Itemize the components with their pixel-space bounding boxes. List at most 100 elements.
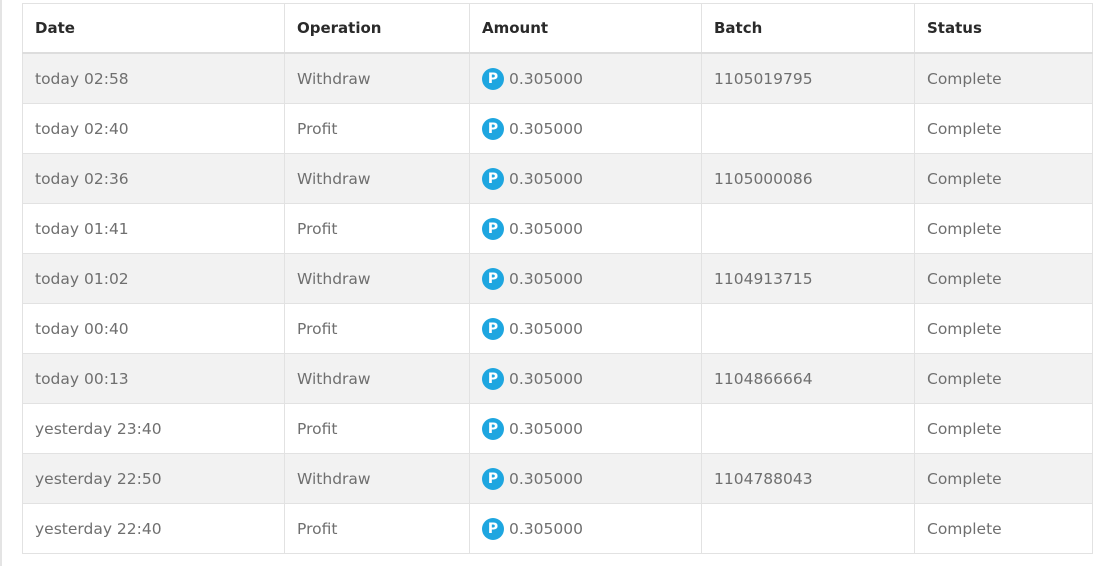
header-row: Date Operation Amount Batch Status bbox=[22, 3, 1093, 54]
p-coin-icon: P bbox=[482, 517, 504, 540]
table-row: today 01:41 Profit P 0.305000 Complete bbox=[22, 203, 1093, 254]
table-row: today 02:40 Profit P 0.305000 Complete bbox=[22, 103, 1093, 154]
cell-amount: P 0.305000 bbox=[469, 253, 702, 304]
amount-value: 0.305000 bbox=[509, 469, 583, 488]
p-coin-icon: P bbox=[482, 117, 504, 140]
amount-value: 0.305000 bbox=[509, 169, 583, 188]
cell-status: Complete bbox=[914, 353, 1093, 404]
cell-date: today 02:40 bbox=[22, 103, 285, 154]
amount-wrap: P 0.305000 bbox=[482, 467, 583, 490]
p-coin-icon: P bbox=[482, 317, 504, 340]
amount-value: 0.305000 bbox=[509, 519, 583, 538]
cell-date: today 00:40 bbox=[22, 303, 285, 354]
p-coin-icon: P bbox=[482, 217, 504, 240]
cell-amount: P 0.305000 bbox=[469, 403, 702, 454]
amount-wrap: P 0.305000 bbox=[482, 517, 583, 540]
table-row: today 01:02 Withdraw P 0.305000 1104913715 Co… bbox=[22, 253, 1093, 304]
cell-date: today 02:58 bbox=[22, 52, 285, 104]
cell-amount: P 0.305000 bbox=[469, 353, 702, 404]
cell-amount: P 0.305000 bbox=[469, 153, 702, 204]
column-header-amount: Amount bbox=[469, 3, 702, 54]
cell-amount: P 0.305000 bbox=[469, 453, 702, 504]
cell-status: Complete bbox=[914, 403, 1093, 454]
amount-wrap: P 0.305000 bbox=[482, 367, 583, 390]
cell-batch bbox=[701, 303, 915, 354]
amount-wrap: P 0.305000 bbox=[482, 117, 583, 140]
cell-batch: 1104788043 bbox=[701, 453, 915, 504]
amount-value: 0.305000 bbox=[509, 419, 583, 438]
cell-status: Complete bbox=[914, 453, 1093, 504]
cell-batch bbox=[701, 103, 915, 154]
cell-status: Complete bbox=[914, 203, 1093, 254]
cell-amount: P 0.305000 bbox=[469, 203, 702, 254]
left-border bbox=[0, 0, 2, 566]
cell-status: Complete bbox=[914, 153, 1093, 204]
p-coin-icon: P bbox=[482, 417, 504, 440]
cell-operation: Withdraw bbox=[284, 453, 470, 504]
table-row: yesterday 23:40 Profit P 0.305000 Complete bbox=[22, 403, 1093, 454]
cell-date: yesterday 22:40 bbox=[22, 503, 285, 554]
transaction-table: Date Operation Amount Batch Status today… bbox=[22, 3, 1093, 554]
amount-wrap: P 0.305000 bbox=[482, 417, 583, 440]
cell-date: yesterday 23:40 bbox=[22, 403, 285, 454]
amount-wrap: P 0.305000 bbox=[482, 267, 583, 290]
cell-status: Complete bbox=[914, 503, 1093, 554]
cell-batch: 1105019795 bbox=[701, 52, 915, 104]
cell-operation: Profit bbox=[284, 403, 470, 454]
cell-operation: Withdraw bbox=[284, 253, 470, 304]
p-coin-icon: P bbox=[482, 67, 504, 90]
cell-date: today 00:13 bbox=[22, 353, 285, 404]
amount-wrap: P 0.305000 bbox=[482, 217, 583, 240]
amount-value: 0.305000 bbox=[509, 369, 583, 388]
table-row: today 00:40 Profit P 0.305000 Complete bbox=[22, 303, 1093, 354]
table-row: today 02:58 Withdraw P 0.305000 1105019795 Co… bbox=[22, 52, 1093, 104]
cell-operation: Profit bbox=[284, 103, 470, 154]
amount-wrap: P 0.305000 bbox=[482, 317, 583, 340]
cell-amount: P 0.305000 bbox=[469, 52, 702, 104]
p-coin-icon: P bbox=[482, 367, 504, 390]
cell-operation: Profit bbox=[284, 503, 470, 554]
amount-wrap: P 0.305000 bbox=[482, 67, 583, 90]
cell-date: today 01:41 bbox=[22, 203, 285, 254]
cell-status: Complete bbox=[914, 103, 1093, 154]
table-header: Date Operation Amount Batch Status bbox=[22, 3, 1093, 54]
cell-operation: Profit bbox=[284, 303, 470, 354]
table-row: yesterday 22:50 Withdraw P 0.305000 11047880… bbox=[22, 453, 1093, 504]
cell-batch: 1104866664 bbox=[701, 353, 915, 404]
cell-batch bbox=[701, 203, 915, 254]
column-header-status: Status bbox=[914, 3, 1093, 54]
p-coin-icon: P bbox=[482, 267, 504, 290]
cell-batch: 1104913715 bbox=[701, 253, 915, 304]
table-row: today 00:13 Withdraw P 0.305000 1104866664 Co… bbox=[22, 353, 1093, 404]
cell-operation: Withdraw bbox=[284, 52, 470, 104]
cell-date: today 02:36 bbox=[22, 153, 285, 204]
cell-operation: Profit bbox=[284, 203, 470, 254]
amount-value: 0.305000 bbox=[509, 69, 583, 88]
p-coin-icon: P bbox=[482, 467, 504, 490]
column-header-date: Date bbox=[22, 3, 285, 54]
cell-amount: P 0.305000 bbox=[469, 503, 702, 554]
cell-amount: P 0.305000 bbox=[469, 103, 702, 154]
cell-status: Complete bbox=[914, 303, 1093, 354]
cell-batch bbox=[701, 403, 915, 454]
table-body: today 02:58 Withdraw P 0.305000 1105019795 Co… bbox=[22, 52, 1093, 554]
cell-operation: Withdraw bbox=[284, 353, 470, 404]
cell-batch: 1105000086 bbox=[701, 153, 915, 204]
table-row: today 02:36 Withdraw P 0.305000 1105000086 Co… bbox=[22, 153, 1093, 204]
p-coin-icon: P bbox=[482, 167, 504, 190]
amount-value: 0.305000 bbox=[509, 269, 583, 288]
column-header-operation: Operation bbox=[284, 3, 470, 54]
cell-status: Complete bbox=[914, 253, 1093, 304]
amount-value: 0.305000 bbox=[509, 319, 583, 338]
cell-batch bbox=[701, 503, 915, 554]
cell-amount: P 0.305000 bbox=[469, 303, 702, 354]
cell-operation: Withdraw bbox=[284, 153, 470, 204]
column-header-batch: Batch bbox=[701, 3, 915, 54]
table-row: yesterday 22:40 Profit P 0.305000 Complete bbox=[22, 503, 1093, 554]
cell-date: today 01:02 bbox=[22, 253, 285, 304]
amount-wrap: P 0.305000 bbox=[482, 167, 583, 190]
amount-value: 0.305000 bbox=[509, 219, 583, 238]
amount-value: 0.305000 bbox=[509, 119, 583, 138]
cell-date: yesterday 22:50 bbox=[22, 453, 285, 504]
cell-status: Complete bbox=[914, 52, 1093, 104]
